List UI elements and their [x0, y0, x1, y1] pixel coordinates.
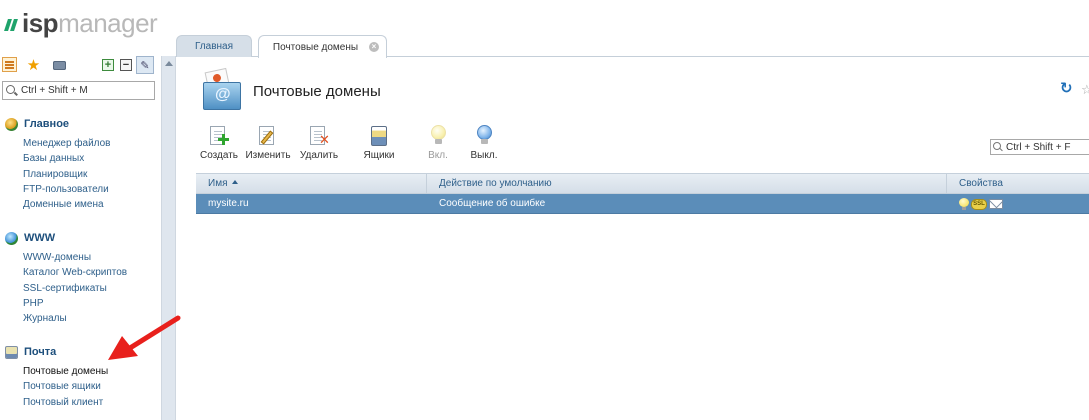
logo-text-isp: isp	[22, 8, 59, 38]
delete-icon: ✕	[308, 124, 330, 148]
menu-group-mail-header[interactable]: Почта	[0, 344, 160, 360]
sidebar-item-domain-names[interactable]: Доменные имена	[23, 197, 160, 212]
collapse-all-icon[interactable]: −	[120, 59, 132, 71]
column-header-name[interactable]: Имя	[196, 174, 427, 194]
app-logo: isp manager	[4, 8, 158, 38]
create-label: Создать	[199, 150, 238, 161]
table-header: Имя Действие по умолчанию Свойства	[196, 173, 1089, 194]
tab-mail-domains[interactable]: Почтовые домены ×	[258, 35, 387, 58]
sidebar-item-www-domains[interactable]: WWW-домены	[23, 250, 160, 265]
sidebar-splitter[interactable]	[161, 56, 176, 420]
disable-label: Выкл.	[470, 150, 498, 161]
table-row[interactable]: mysite.ru Сообщение об ошибке SSL	[196, 194, 1089, 214]
collapse-arrow-icon[interactable]	[165, 61, 173, 66]
logo-text-manager: manager	[58, 8, 158, 38]
tab-label: Почтовые домены	[272, 41, 359, 53]
tab-bar: Главная Почтовые домены ×	[176, 34, 1089, 58]
ssl-badge-icon: SSL	[971, 198, 987, 210]
sidebar-item-mailboxes[interactable]: Почтовые ящики	[23, 379, 160, 394]
expand-all-icon[interactable]: +	[102, 59, 114, 71]
sidebar-item-web-scripts[interactable]: Каталог Web-скриптов	[23, 265, 160, 280]
briefcase-icon[interactable]	[52, 57, 67, 72]
column-title: Свойства	[959, 178, 1003, 189]
column-header-properties[interactable]: Свойства	[947, 174, 1089, 194]
pin-icon[interactable]: ✎	[136, 56, 154, 74]
menu-group-title: Почта	[24, 346, 57, 358]
menu-group-title: WWW	[24, 232, 56, 244]
cell-name: mysite.ru	[208, 198, 249, 209]
cell-default-action: Сообщение об ошибке	[439, 198, 546, 209]
menu-group-www: WWW WWW-домены Каталог Web-скриптов SSL-…	[0, 230, 160, 326]
envelope-icon	[989, 199, 1003, 209]
tab-home[interactable]: Главная	[176, 35, 252, 57]
globe-icon	[5, 231, 18, 245]
filter-search-icon	[993, 141, 1005, 153]
refresh-icon[interactable]: ↻	[1060, 81, 1074, 96]
sidebar-search[interactable]	[2, 81, 155, 100]
menu-group-main-header[interactable]: Главное	[0, 116, 160, 132]
sidebar-item-php[interactable]: PHP	[23, 296, 160, 311]
tab-label: Главная	[194, 41, 234, 52]
sidebar-toolbar: ★ + − ✎	[0, 54, 158, 76]
sidebar-item-scheduler[interactable]: Планировщик	[23, 167, 160, 182]
tree-view-icon[interactable]	[2, 57, 17, 72]
filter-input[interactable]	[1006, 141, 1088, 153]
column-title: Действие по умолчанию	[439, 178, 552, 189]
create-button[interactable]: Создать	[196, 124, 242, 164]
sidebar-item-ssl-certificates[interactable]: SSL-сертификаты	[23, 281, 160, 296]
table-filter[interactable]	[990, 139, 1089, 155]
mailboxes-label: Ящики	[363, 150, 395, 161]
mail-domains-icon	[202, 67, 242, 112]
mail-domains-table: Имя Действие по умолчанию Свойства mysit…	[196, 173, 1089, 214]
enable-button[interactable]: Вкл.	[415, 124, 461, 164]
main-group-icon	[5, 117, 18, 131]
lightbulb-on-icon	[427, 124, 449, 148]
sidebar-item-logs[interactable]: Журналы	[23, 311, 160, 326]
search-icon	[6, 84, 18, 97]
create-icon	[208, 124, 230, 148]
logo-mark-icon	[4, 19, 18, 31]
sidebar-item-file-manager[interactable]: Менеджер файлов	[23, 136, 160, 151]
sidebar-item-ftp-users[interactable]: FTP-пользователи	[23, 182, 160, 197]
enabled-lightbulb-icon	[959, 198, 969, 210]
menu-group-mail: Почта Почтовые домены Почтовые ящики Поч…	[0, 344, 160, 410]
menu-group-main: Главное Менеджер файлов Базы данных План…	[0, 116, 160, 212]
mail-group-icon	[5, 345, 18, 359]
cell-properties: SSL	[947, 194, 1089, 214]
menu-group-www-header[interactable]: WWW	[0, 230, 160, 246]
sort-ascending-icon	[232, 180, 239, 185]
delete-label: Удалить	[299, 150, 339, 161]
sidebar-item-databases[interactable]: Базы данных	[23, 151, 160, 166]
close-icon[interactable]: ×	[369, 42, 379, 52]
sidebar-item-mail-domains[interactable]: Почтовые домены	[23, 364, 160, 379]
edit-label: Изменить	[245, 150, 291, 161]
menu-group-items: WWW-домены Каталог Web-скриптов SSL-серт…	[0, 250, 160, 326]
sidebar-item-mail-client[interactable]: Почтовый клиент	[23, 395, 160, 410]
column-title: Имя	[208, 178, 228, 189]
page-title: Почтовые домены	[253, 83, 381, 100]
edit-icon	[257, 124, 279, 148]
sidebar-search-input[interactable]	[21, 85, 151, 96]
delete-button[interactable]: ✕ Удалить	[296, 124, 342, 164]
mailboxes-button[interactable]: Ящики	[356, 124, 402, 164]
favorite-star-icon[interactable]: ☆	[1081, 83, 1089, 97]
column-header-default-action[interactable]: Действие по умолчанию	[427, 174, 947, 194]
lightbulb-off-icon	[473, 124, 495, 148]
edit-button[interactable]: Изменить	[245, 124, 291, 164]
enable-label: Вкл.	[428, 150, 448, 161]
favorites-star-icon[interactable]: ★	[26, 57, 41, 74]
disable-button[interactable]: Выкл.	[461, 124, 507, 164]
menu-group-items: Почтовые домены Почтовые ящики Почтовый …	[0, 364, 160, 410]
menu-group-title: Главное	[24, 118, 70, 130]
menu-group-items: Менеджер файлов Базы данных Планировщик …	[0, 136, 160, 212]
mailbox-icon	[368, 124, 390, 148]
